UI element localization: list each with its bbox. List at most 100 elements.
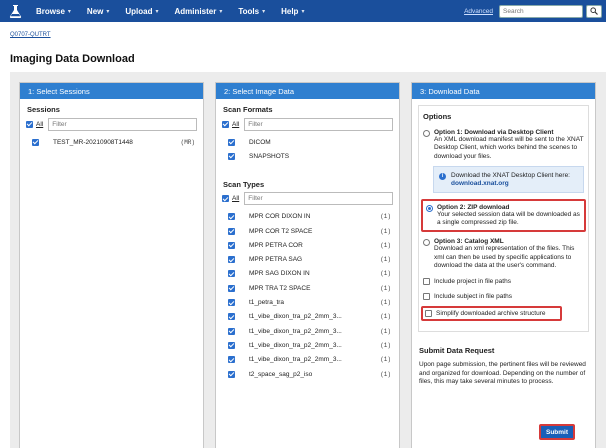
scan-type-row[interactable]: t1_vibe_dixon_tra_p2_2mm_3... (1) <box>216 324 399 338</box>
scan-type-row[interactable]: MPR PETRA COR (1) <box>216 238 399 252</box>
format-checkbox[interactable] <box>228 138 235 146</box>
scan-type-checkbox[interactable] <box>228 284 235 292</box>
breadcrumb[interactable]: Q0707-QUTRT <box>10 32 51 38</box>
search-button[interactable] <box>586 4 602 18</box>
scan-type-row[interactable]: MPR COR T2 SPACE (1) <box>216 224 399 238</box>
download-data-panel: 3: Download Data Options Option 1: Downl… <box>411 82 596 448</box>
scan-type-checkbox[interactable] <box>228 241 235 249</box>
scan-type-count: (1) <box>380 284 391 292</box>
formats-filter-input[interactable] <box>244 117 393 131</box>
scan-type-count: (1) <box>380 241 391 249</box>
nav-browse-label: Browse <box>36 6 65 16</box>
scan-type-row[interactable]: MPR TRA T2 SPACE (1) <box>216 281 399 295</box>
formats-all-checkbox[interactable] <box>222 120 229 128</box>
scan-types-label: Scan Types <box>223 179 265 189</box>
session-row[interactable]: TEST_MR-20210908T1448 (MR) <box>20 135 203 149</box>
nav-upload-label: Upload <box>125 6 153 16</box>
chevron-down-icon: ▾ <box>155 8 159 15</box>
scan-type-checkbox[interactable] <box>228 270 235 278</box>
scan-type-checkbox[interactable] <box>228 356 235 364</box>
download-client-link[interactable]: download.xnat.org <box>451 180 509 187</box>
nav-administer[interactable]: Administer ▾ <box>175 7 223 16</box>
scan-type-name: MPR SAG DIXON IN <box>249 270 310 278</box>
session-name: TEST_MR-20210908T1448 <box>53 138 133 146</box>
simplify-archive-label: Simplify downloaded archive structure <box>436 310 546 318</box>
scan-type-row[interactable]: MPR SAG DIXON IN (1) <box>216 267 399 281</box>
format-checkbox[interactable] <box>228 152 235 160</box>
scan-type-row[interactable]: t1_vibe_dixon_tra_p2_2mm_3... (1) <box>216 310 399 324</box>
scan-type-row[interactable]: t1_vibe_dixon_tra_p2_2mm_3... (1) <box>216 353 399 367</box>
scan-type-row[interactable]: t2_space_sag_p2_iso (1) <box>216 367 399 381</box>
scan-type-checkbox[interactable] <box>228 213 235 221</box>
scan-type-checkbox[interactable] <box>228 256 235 264</box>
submit-request-title: Submit Data Request <box>419 346 495 356</box>
option-catalog-xml[interactable]: Option 3: Catalog XML Download an xml re… <box>423 238 584 270</box>
select-sessions-panel: 1: Select Sessions Sessions All TEST_MR-… <box>19 82 204 448</box>
option-desktop-client[interactable]: Option 1: Download via Desktop Client An… <box>423 129 584 161</box>
scan-type-checkbox[interactable] <box>228 370 235 378</box>
scan-type-row[interactable]: t1_petra_tra (1) <box>216 295 399 309</box>
format-row-snapshots[interactable]: SNAPSHOTS <box>216 149 399 163</box>
select-image-data-panel: 2: Select Image Data Scan Formats All DI… <box>215 82 400 448</box>
scan-type-checkbox[interactable] <box>228 227 235 235</box>
include-project-row[interactable]: Include project in file paths <box>423 278 584 286</box>
scan-type-checkbox[interactable] <box>228 299 235 307</box>
options-box: Options Option 1: Download via Desktop C… <box>418 105 589 333</box>
session-checkbox[interactable] <box>32 138 39 146</box>
types-all-label[interactable]: All <box>232 195 239 202</box>
panel-header-sessions: 1: Select Sessions <box>20 83 203 99</box>
format-row-dicom[interactable]: DICOM <box>216 135 399 149</box>
scan-type-count: (1) <box>380 256 391 264</box>
submit-button[interactable]: Submit <box>539 424 575 440</box>
nav-help-label: Help <box>281 6 299 16</box>
scan-type-count: (1) <box>380 327 391 335</box>
types-all-checkbox[interactable] <box>222 195 229 203</box>
sessions-filter-input[interactable] <box>48 117 197 131</box>
types-filter-input[interactable] <box>244 192 393 206</box>
sessions-all-checkbox[interactable] <box>26 120 33 128</box>
desktop-client-info: i Download the XNAT Desktop Client here:… <box>433 165 584 193</box>
include-subject-label: Include subject in file paths <box>434 293 513 301</box>
nav-new[interactable]: New ▾ <box>87 7 109 16</box>
search-icon <box>590 7 598 15</box>
option1-radio[interactable] <box>423 130 430 137</box>
scan-type-row[interactable]: t1_vibe_dixon_tra_p2_2mm_3... (1) <box>216 338 399 352</box>
option-zip-download[interactable]: Option 2: ZIP download Your selected ses… <box>421 198 586 233</box>
formats-filter-row: All <box>222 117 393 131</box>
nav-upload[interactable]: Upload ▾ <box>125 7 158 16</box>
scan-type-row[interactable]: MPR PETRA SAG (1) <box>216 252 399 266</box>
include-subject-row[interactable]: Include subject in file paths <box>423 293 584 301</box>
session-modality-tag: (MR) <box>180 138 195 146</box>
advanced-search-link[interactable]: Advanced <box>464 8 493 15</box>
info-text: Download the XNAT Desktop Client here: <box>451 171 570 179</box>
option2-radio[interactable] <box>426 204 433 212</box>
top-nav-bar: Browse ▾ New ▾ Upload ▾ Administer ▾ Tools ▾ … <box>0 0 606 22</box>
scan-type-count: (1) <box>380 356 391 364</box>
scan-type-name: MPR TRA T2 SPACE <box>249 284 311 292</box>
option3-radio[interactable] <box>423 239 430 247</box>
scan-type-checkbox[interactable] <box>228 313 235 321</box>
scan-type-checkbox[interactable] <box>228 327 235 335</box>
scan-type-row[interactable]: MPR COR DIXON IN (1) <box>216 210 399 224</box>
scan-formats-label: Scan Formats <box>223 105 273 114</box>
nav-tools[interactable]: Tools ▾ <box>238 7 265 16</box>
sessions-label: Sessions <box>27 105 60 114</box>
formats-all-label[interactable]: All <box>232 121 239 128</box>
nav-browse[interactable]: Browse ▾ <box>36 7 71 16</box>
submit-request-description: Upon page submission, the pertinent file… <box>419 361 586 386</box>
simplify-archive-checkbox[interactable] <box>425 310 432 318</box>
scan-type-checkbox[interactable] <box>228 341 235 349</box>
option1-description: An XML download manifest will be sent to… <box>434 136 584 160</box>
flask-logo-icon[interactable] <box>8 4 22 18</box>
search-input[interactable] <box>499 4 583 18</box>
scan-type-count: (1) <box>380 270 391 278</box>
scan-type-name: MPR COR T2 SPACE <box>249 227 313 235</box>
include-project-checkbox[interactable] <box>423 278 430 286</box>
simplify-archive-row[interactable]: Simplify downloaded archive structure <box>421 306 562 322</box>
include-subject-checkbox[interactable] <box>423 293 430 301</box>
nav-tools-label: Tools <box>238 6 260 16</box>
nav-help[interactable]: Help ▾ <box>281 7 304 16</box>
nav-new-label: New <box>86 6 104 16</box>
sessions-all-label[interactable]: All <box>36 121 43 128</box>
chevron-down-icon: ▾ <box>67 8 71 15</box>
